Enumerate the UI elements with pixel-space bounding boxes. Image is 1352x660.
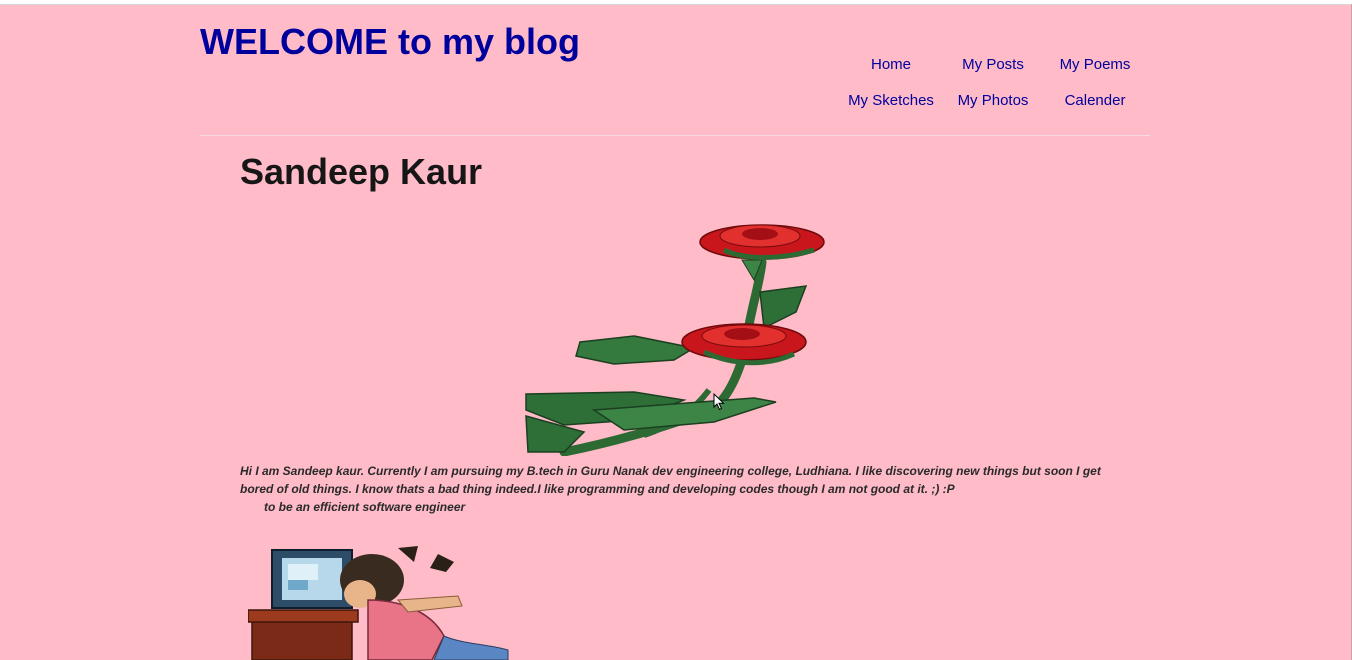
nav-home[interactable]: Home <box>840 46 942 82</box>
nav-my-photos[interactable]: My Photos <box>942 82 1044 118</box>
nav-my-sketches[interactable]: My Sketches <box>840 82 942 118</box>
nav-my-posts[interactable]: My Posts <box>942 46 1044 82</box>
computer-user-image <box>248 546 509 660</box>
author-name: Sandeep Kaur <box>240 151 483 192</box>
bio-text: Hi I am Sandeep kaur. Currently I am pur… <box>240 462 1110 516</box>
browser-top-edge <box>0 0 1352 5</box>
bio-paragraph: Hi I am Sandeep kaur. Currently I am pur… <box>240 464 1101 496</box>
nav-calender[interactable]: Calender <box>1044 82 1146 118</box>
main-nav: Home My Posts My Poems My Sketches My Ph… <box>840 46 1146 118</box>
nav-my-poems[interactable]: My Poems <box>1044 46 1146 82</box>
mouse-cursor-icon <box>713 393 725 411</box>
rose-image <box>525 224 825 456</box>
bio-goal: to be an efficient software engineer <box>264 500 466 514</box>
site-title: WELCOME to my blog <box>200 21 580 62</box>
header-divider <box>200 135 1150 136</box>
